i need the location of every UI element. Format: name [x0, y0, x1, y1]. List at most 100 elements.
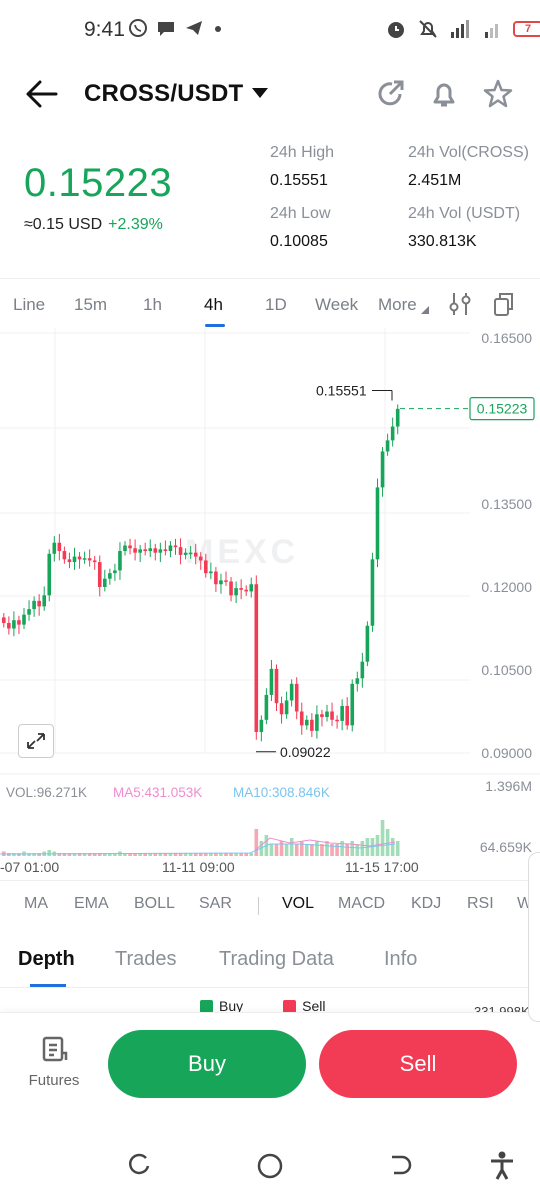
indicator-tabs: MA EMA BOLL SAR VOL MACD KDJ RSI WR: [0, 880, 540, 928]
y-tick-label: 0.09000: [481, 745, 532, 761]
ind-sar[interactable]: SAR: [199, 895, 232, 913]
candle-body: [244, 589, 248, 592]
indicator-settings-icon[interactable]: [448, 291, 472, 317]
tab-15m[interactable]: 15m: [74, 295, 107, 315]
candle-body: [138, 549, 142, 553]
star-icon[interactable]: [482, 78, 514, 110]
candle-body: [330, 711, 334, 720]
candle-body: [133, 548, 137, 553]
sell-swatch: [283, 999, 297, 1013]
last-price-label: 0.15223: [477, 401, 528, 417]
candle-body: [123, 545, 127, 552]
vol-quote-value: 330.813K: [408, 233, 477, 250]
x-axis-label: 11-11 09:00: [162, 859, 235, 875]
ind-boll[interactable]: BOLL: [134, 895, 175, 913]
home-icon[interactable]: [256, 1152, 284, 1180]
vol-base-value: 2.451M: [408, 172, 462, 189]
futures-button[interactable]: Futures: [22, 1035, 86, 1089]
tab-4h[interactable]: 4h: [204, 295, 223, 315]
copy-layout-icon[interactable]: [492, 291, 516, 317]
low-label: 24h Low: [270, 205, 331, 222]
candle-body: [224, 580, 228, 582]
candle-body: [284, 700, 289, 715]
buy-swatch: [200, 999, 213, 1013]
ind-divider: [258, 897, 259, 915]
y-tick-label: 0.12000: [481, 579, 532, 595]
ind-rsi[interactable]: RSI: [467, 895, 494, 913]
tab-1h[interactable]: 1h: [143, 295, 162, 315]
sell-button[interactable]: Sell: [319, 1030, 517, 1098]
candlestick-chart[interactable]: MEXC 0.16500 0.13500 0.12000 0.10500 0.09000 0…: [0, 328, 540, 878]
more-caret-icon[interactable]: [420, 305, 430, 315]
volume-bar: [380, 820, 385, 856]
tab-more[interactable]: More: [378, 295, 417, 315]
candle-body: [168, 545, 173, 552]
candle-body: [274, 668, 279, 704]
candle-body: [365, 625, 370, 662]
recent-apps-icon[interactable]: [126, 1152, 152, 1178]
status-bar: 9:41 7: [0, 0, 540, 60]
tab-1d[interactable]: 1D: [265, 295, 287, 315]
ind-macd[interactable]: MACD: [338, 895, 385, 913]
vol-label: VOL:96.271K: [6, 785, 87, 800]
high-label: 24h High: [270, 144, 335, 161]
candle-body: [97, 562, 102, 587]
volume-bar: [350, 841, 355, 856]
buy-button[interactable]: Buy: [108, 1030, 306, 1098]
back-nav-icon[interactable]: [388, 1152, 414, 1178]
candle-body: [310, 719, 314, 731]
futures-icon: [42, 1036, 68, 1062]
candle-body: [87, 558, 92, 561]
vol-quote-label: 24h Vol (USDT): [408, 205, 521, 222]
candle-body: [7, 622, 11, 629]
caret-down-icon[interactable]: [252, 88, 268, 98]
battery-icon: 7: [513, 21, 540, 37]
candle-body: [163, 549, 168, 552]
candle-body: [188, 552, 193, 555]
candle-body: [52, 542, 57, 554]
ind-vol[interactable]: VOL: [282, 895, 314, 913]
high-value: 0.15551: [270, 172, 328, 189]
candle-body: [395, 408, 400, 427]
candle-body: [77, 556, 82, 560]
accessibility-icon[interactable]: [488, 1150, 516, 1180]
volume-bar: [315, 841, 319, 856]
candle-body: [335, 719, 339, 722]
candle-body: [305, 719, 309, 726]
volume-bar: [360, 841, 365, 856]
candle-body: [219, 580, 223, 585]
candle-body: [249, 584, 254, 592]
candle-body: [340, 705, 344, 721]
candle-body: [355, 678, 360, 684]
ind-ema[interactable]: EMA: [74, 895, 109, 913]
tab-line[interactable]: Line: [13, 295, 45, 315]
candle-body: [67, 559, 72, 563]
alarm-icon: [388, 22, 404, 38]
ind-kdj[interactable]: KDJ: [411, 895, 441, 913]
candle-body: [289, 683, 294, 701]
system-icons: 7: [385, 18, 540, 40]
chat-icon: [158, 22, 174, 36]
more-dot-icon: [215, 26, 221, 32]
edge-panel-handle[interactable]: [528, 852, 540, 1022]
volume-bar: [289, 838, 294, 856]
candle-body: [128, 545, 132, 549]
ind-ma[interactable]: MA: [24, 895, 48, 913]
bell-icon[interactable]: [428, 78, 460, 110]
volume-bar: [279, 841, 284, 856]
low-value: 0.10085: [270, 233, 328, 250]
volume-bar: [395, 841, 400, 856]
volume-bar: [7, 853, 11, 856]
fullscreen-button[interactable]: [18, 724, 54, 758]
tab-trading-data[interactable]: Trading Data: [219, 948, 334, 971]
tab-trades[interactable]: Trades: [115, 948, 177, 971]
tab-depth[interactable]: Depth: [18, 948, 75, 971]
vol-base-label: 24h Vol(CROSS): [408, 144, 529, 161]
pair-title[interactable]: CROSS/USDT: [84, 80, 243, 108]
tab-info[interactable]: Info: [384, 948, 417, 971]
tab-week[interactable]: Week: [315, 295, 358, 315]
back-arrow-icon[interactable]: [24, 78, 60, 110]
share-icon[interactable]: [374, 78, 406, 110]
high-marker-label: 0.15551: [316, 383, 367, 399]
candle-body: [148, 548, 153, 552]
